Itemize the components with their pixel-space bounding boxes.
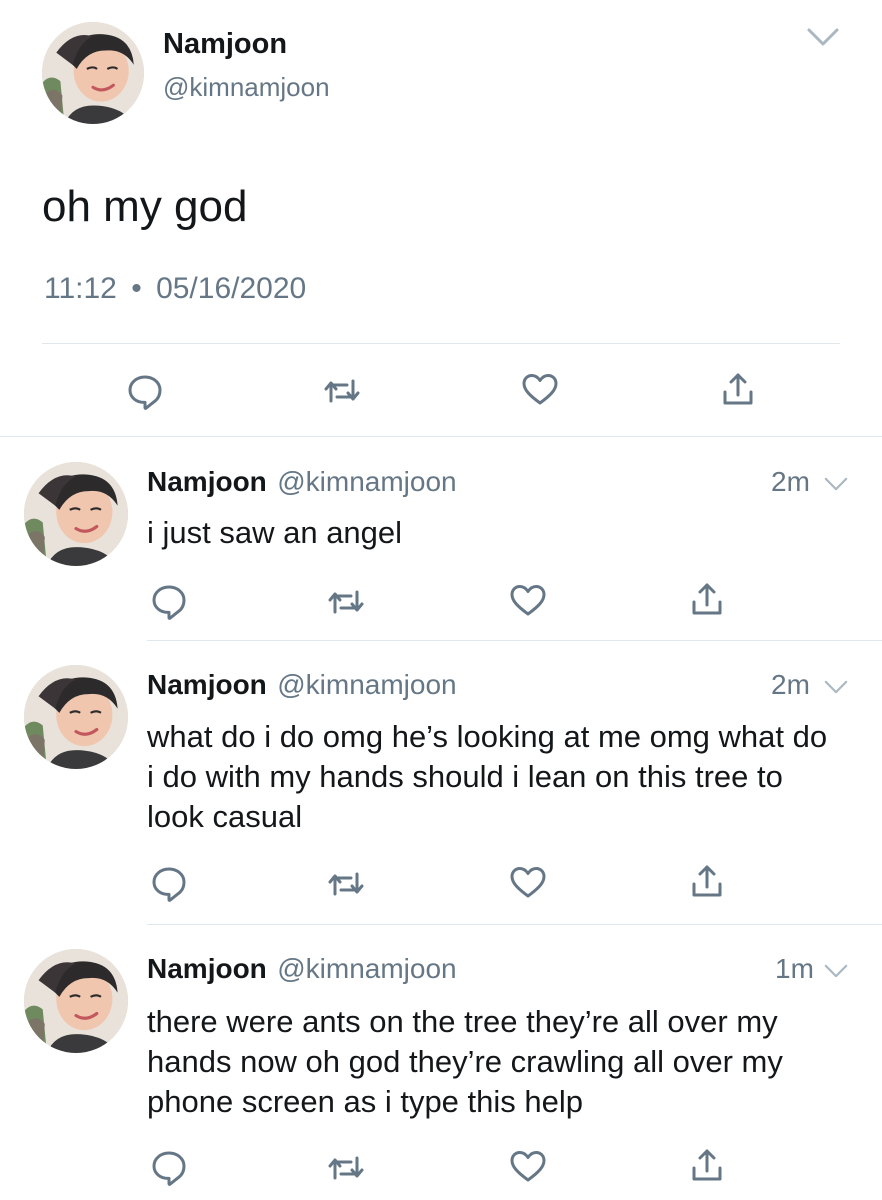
avatar-image [24, 665, 128, 769]
chevron-down-icon[interactable] [806, 26, 840, 48]
avatar[interactable] [24, 949, 128, 1053]
like-icon[interactable] [508, 581, 548, 621]
reply-icon[interactable] [149, 863, 189, 903]
like-icon[interactable] [508, 863, 548, 903]
retweet-icon[interactable] [326, 582, 366, 622]
divider [147, 924, 882, 925]
avatar[interactable] [24, 462, 128, 566]
tweet-date: 05/16/2020 [156, 272, 307, 305]
reply-time: 2m [771, 669, 810, 700]
tweet-time: 11:12 [44, 272, 117, 305]
author-name[interactable]: Namjoon [147, 466, 267, 497]
avatar-image [24, 949, 128, 1053]
reply-text: there were ants on the tree they’re all … [147, 1004, 783, 1119]
tweet-text: oh my god [42, 182, 248, 231]
author-handle[interactable]: @kimnamjoon [277, 466, 456, 497]
reply-icon[interactable] [125, 371, 165, 411]
share-icon[interactable] [718, 370, 758, 410]
share-icon[interactable] [687, 1146, 727, 1186]
reply-time: 2m [771, 466, 810, 497]
share-icon[interactable] [687, 580, 727, 620]
chevron-down-icon[interactable] [823, 679, 849, 695]
author-handle[interactable]: @kimnamjoon [277, 953, 456, 984]
author-handle[interactable]: @kimnamjoon [163, 72, 330, 103]
chevron-down-icon[interactable] [823, 963, 849, 979]
reply-header: Namjoon @kimnamjoon [147, 669, 457, 701]
author-name[interactable]: Namjoon [163, 28, 287, 61]
timestamp-separator: • [131, 272, 142, 305]
tweet-timestamp: 11:12 • 05/16/2020 [44, 272, 306, 306]
reply-header: Namjoon @kimnamjoon [147, 953, 457, 985]
divider [147, 640, 882, 641]
reply-text: i just saw an angel [147, 515, 403, 550]
divider [42, 343, 840, 344]
avatar-image [42, 22, 144, 124]
author-name[interactable]: Namjoon [147, 669, 267, 700]
chevron-down-icon[interactable] [823, 476, 849, 492]
avatar[interactable] [24, 665, 128, 769]
retweet-icon[interactable] [326, 864, 366, 904]
author-name[interactable]: Namjoon [147, 953, 267, 984]
author-handle[interactable]: @kimnamjoon [277, 669, 456, 700]
reply-icon[interactable] [149, 581, 189, 621]
avatar[interactable] [42, 22, 144, 124]
like-icon[interactable] [508, 1147, 548, 1187]
reply-icon[interactable] [149, 1147, 189, 1187]
reply-time: 1m [775, 953, 814, 984]
like-icon[interactable] [520, 370, 560, 410]
share-icon[interactable] [687, 862, 727, 902]
avatar-image [24, 462, 128, 566]
reply-header: Namjoon @kimnamjoon [147, 466, 457, 498]
divider [0, 436, 882, 437]
reply-text: what do i do omg he’s looking at me omg … [147, 719, 828, 834]
retweet-icon[interactable] [322, 371, 362, 411]
retweet-icon[interactable] [326, 1148, 366, 1188]
